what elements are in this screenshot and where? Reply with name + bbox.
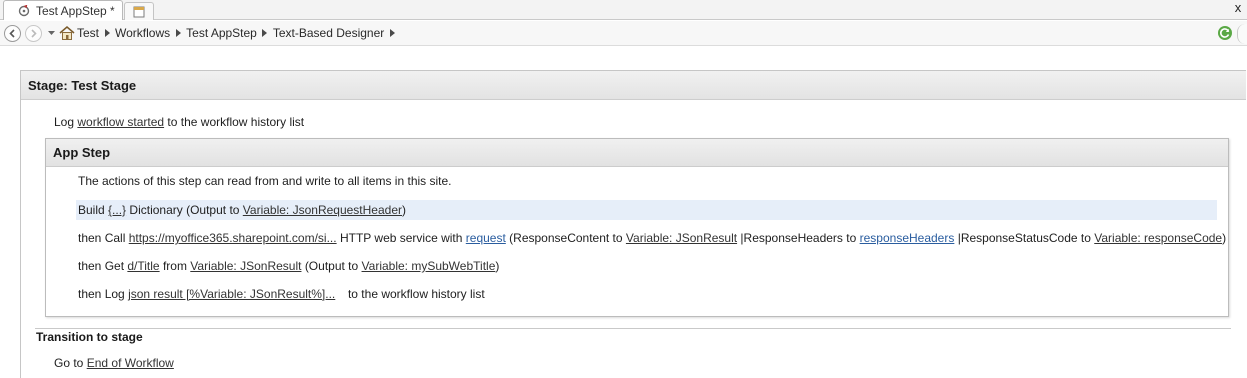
source-variable-link[interactable]: Variable: JSonResult — [190, 259, 301, 273]
document-tab-strip: Test AppStep * x — [0, 0, 1247, 20]
response-code-variable-link[interactable]: Variable: responseCode — [1094, 231, 1222, 245]
app-step-description: The actions of this step can read from a… — [78, 174, 452, 188]
close-icon[interactable]: x — [1231, 1, 1245, 15]
forward-button[interactable] — [25, 24, 42, 42]
service-url-link[interactable]: https://myoffice365.sharepoint.com/si... — [129, 231, 337, 245]
call-http-action[interactable]: then Call https://myoffice365.sharepoint… — [78, 231, 1226, 245]
get-output-label: (Output to — [304, 259, 359, 273]
tab-label: Test AppStep * — [36, 3, 115, 18]
go-to-action-line[interactable]: Go to End of Workflow — [54, 356, 174, 370]
dictionary-items-link[interactable]: {...} — [108, 203, 126, 217]
home-icon[interactable] — [59, 26, 75, 40]
chevron-down-icon — [47, 30, 55, 35]
build-dictionary-action[interactable]: Build {...} Dictionary (Output to Variab… — [78, 203, 406, 217]
log-suffix: to the workflow history list — [167, 115, 305, 129]
request-link[interactable]: request — [466, 231, 506, 245]
end-of-workflow-link[interactable]: End of Workflow — [87, 356, 174, 370]
log-prefix: Log — [54, 115, 75, 129]
my-sub-web-title-variable-link[interactable]: Variable: mySubWebTitle — [362, 259, 496, 273]
get-from: from — [162, 259, 187, 273]
transition-title: Transition to stage — [36, 330, 143, 344]
stage-title: Stage: Test Stage — [28, 77, 137, 93]
get-item-action[interactable]: then Get d/Title from Variable: JSonResu… — [78, 259, 499, 273]
refresh-icon[interactable] — [1217, 25, 1233, 41]
response-headers-link[interactable]: responseHeaders — [860, 231, 955, 245]
breadcrumb-arrow-icon[interactable] — [170, 27, 186, 39]
breadcrumb-arrow-icon[interactable] — [384, 27, 400, 39]
app-step-header[interactable]: App Step — [46, 139, 1228, 167]
breadcrumb-item-test[interactable]: Test — [77, 26, 99, 40]
breadcrumb-item-workflows[interactable]: Workflows — [115, 26, 170, 40]
stage-header[interactable]: Stage: Test Stage — [21, 71, 1246, 100]
forward-arrow-icon — [31, 28, 37, 38]
breadcrumb-arrow-icon[interactable] — [99, 27, 115, 39]
build-prefix: Build — [78, 203, 105, 217]
build-middle: Dictionary (Output to — [129, 203, 240, 217]
breadcrumb-arrow-icon[interactable] — [257, 27, 273, 39]
response-headers-label: |ResponseHeaders to — [740, 231, 857, 245]
call-middle: HTTP web service with — [339, 231, 463, 245]
breadcrumb-item-test-appstep[interactable]: Test AppStep — [186, 26, 257, 40]
get-prefix: then Get — [78, 259, 125, 273]
tab-test-appstep[interactable]: Test AppStep * — [3, 0, 123, 20]
response-status-label: |ResponseStatusCode to — [957, 231, 1091, 245]
log-json-prefix: then Log — [78, 287, 125, 301]
back-arrow-icon — [9, 28, 15, 38]
log-action-line: Log workflow started to the workflow his… — [54, 115, 304, 129]
log-message-link[interactable]: workflow started — [77, 115, 164, 129]
panel-edge — [1237, 24, 1247, 44]
response-content-label: (ResponseContent to — [509, 231, 623, 245]
app-step-block: App Step The actions of this step can re… — [45, 138, 1229, 317]
new-tab-button[interactable] — [124, 2, 154, 20]
app-step-title: App Step — [53, 145, 111, 160]
build-end: ) — [402, 203, 407, 217]
call-prefix: then Call — [78, 231, 126, 245]
workflow-icon — [18, 4, 30, 16]
breadcrumb-bar: Test Workflows Test AppStep Text-Based D… — [0, 21, 1247, 46]
json-request-header-variable-link[interactable]: Variable: JsonRequestHeader — [243, 203, 402, 217]
history-dropdown[interactable] — [47, 29, 55, 37]
get-end: ) — [495, 259, 500, 273]
log-json-action[interactable]: then Log json result [%Variable: JSonRes… — [78, 287, 485, 301]
back-button[interactable] — [4, 24, 21, 42]
goto-prefix: Go to — [54, 356, 84, 370]
json-result-message-link[interactable]: json result [%Variable: JSonResult%]... — [128, 287, 335, 301]
breadcrumb-item-text-based-designer[interactable]: Text-Based Designer — [273, 26, 384, 40]
call-end: ) — [1222, 231, 1227, 245]
transition-divider — [35, 328, 1231, 329]
new-tab-icon — [133, 6, 145, 18]
path-link[interactable]: d/Title — [127, 259, 159, 273]
breadcrumb: Test Workflows Test AppStep Text-Based D… — [59, 26, 400, 40]
json-result-variable-link[interactable]: Variable: JSonResult — [626, 231, 737, 245]
stage-test-stage: Stage: Test Stage Log workflow started t… — [20, 70, 1246, 378]
log-json-suffix: to the workflow history list — [347, 287, 485, 301]
